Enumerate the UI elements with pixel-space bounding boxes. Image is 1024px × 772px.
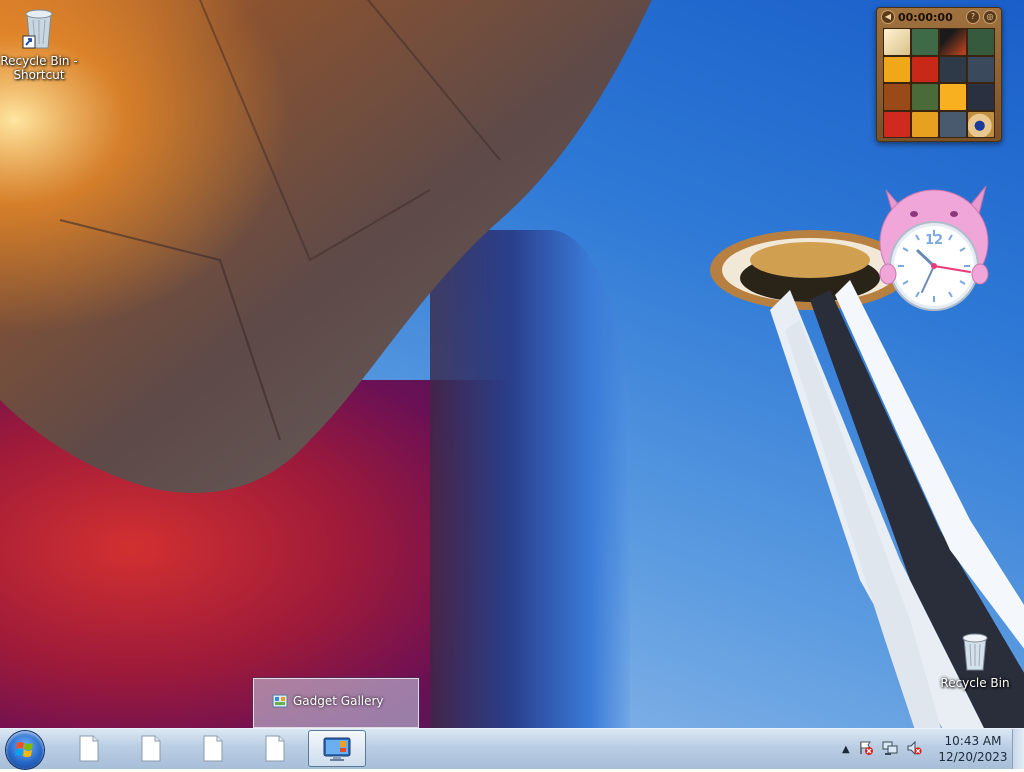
taskbar-button-document[interactable] <box>60 730 118 767</box>
puzzle-tile[interactable] <box>968 56 994 82</box>
puzzle-tile[interactable] <box>968 111 994 137</box>
taskbar-button-document[interactable] <box>122 730 180 767</box>
puzzle-tile[interactable] <box>912 29 938 55</box>
puzzle-tile[interactable] <box>912 56 938 82</box>
puzzle-tile[interactable] <box>968 84 994 110</box>
puzzle-grid <box>883 28 995 138</box>
taskbar-date: 12/20/2023 <box>938 750 1008 764</box>
notification-area: ▲ <box>842 729 922 769</box>
taskbar-clock[interactable]: 10:43 AM 12/20/2023 <box>936 733 1010 765</box>
taskbar: ▲ 10:43 AM 12/20/2023 <box>0 728 1024 769</box>
puzzle-tile[interactable] <box>940 56 966 82</box>
clock-numeral: 12 <box>925 233 943 248</box>
show-hidden-icons-arrow[interactable]: ▲ <box>842 744 850 755</box>
desktop-icon-recycle-bin[interactable]: Recycle Bin <box>936 632 1014 690</box>
desktop-wallpaper <box>0 0 1024 768</box>
taskbar-button-document[interactable] <box>184 730 242 767</box>
popup-item-label: Gadget Gallery <box>293 694 384 708</box>
puzzle-tile[interactable] <box>884 56 910 82</box>
recycle-bin-shortcut-icon <box>19 6 59 52</box>
puzzle-pause-icon[interactable]: ◀ <box>881 10 895 24</box>
gadget-gallery-window-item[interactable]: Gadget Gallery <box>272 693 384 709</box>
puzzle-tile[interactable] <box>968 29 994 55</box>
document-icon <box>203 735 223 762</box>
document-icon <box>79 735 99 762</box>
desktop-icon-recycle-bin-shortcut[interactable]: Recycle Bin - Shortcut <box>0 6 78 82</box>
puzzle-timer: 00:00:00 <box>898 10 953 24</box>
puzzle-tile[interactable] <box>884 84 910 110</box>
gadget-gallery-icon <box>272 694 288 708</box>
puzzle-help-icon[interactable]: ? <box>966 10 980 24</box>
recycle-bin-icon <box>955 632 995 674</box>
wallpaper-metal-canopy <box>0 0 652 493</box>
puzzle-tile[interactable] <box>884 29 910 55</box>
puzzle-toolbar: ◀ 00:00:00 ? ◎ <box>877 8 1001 26</box>
gadget-gallery-icon <box>323 737 351 761</box>
puzzle-show-picture-icon[interactable]: ◎ <box>983 10 997 24</box>
taskbar-time: 10:43 AM <box>944 734 1002 748</box>
puzzle-tile[interactable] <box>884 111 910 137</box>
taskbar-thumbnail-popup[interactable]: Gadget Gallery <box>253 678 419 728</box>
taskbar-button-gadget-gallery[interactable] <box>308 730 366 767</box>
document-icon <box>141 735 161 762</box>
desktop-icon-label: Recycle Bin <box>940 676 1010 690</box>
puzzle-tile[interactable] <box>912 84 938 110</box>
taskbar-button-document[interactable] <box>246 730 304 767</box>
show-desktop-button[interactable] <box>1012 729 1024 769</box>
desktop-icon-label: Recycle Bin - Shortcut <box>0 54 78 82</box>
action-center-icon[interactable] <box>858 740 874 759</box>
network-icon[interactable] <box>882 740 898 759</box>
clock-gadget[interactable]: 12 <box>874 182 994 312</box>
puzzle-tile[interactable] <box>940 84 966 110</box>
picture-puzzle-gadget[interactable]: ◀ 00:00:00 ? ◎ <box>876 7 1002 142</box>
volume-muted-icon[interactable] <box>906 740 922 759</box>
puzzle-tile[interactable] <box>912 111 938 137</box>
windows-start-icon[interactable] <box>6 731 44 769</box>
puzzle-tile[interactable] <box>940 29 966 55</box>
puzzle-tile[interactable] <box>940 111 966 137</box>
document-icon <box>265 735 285 762</box>
